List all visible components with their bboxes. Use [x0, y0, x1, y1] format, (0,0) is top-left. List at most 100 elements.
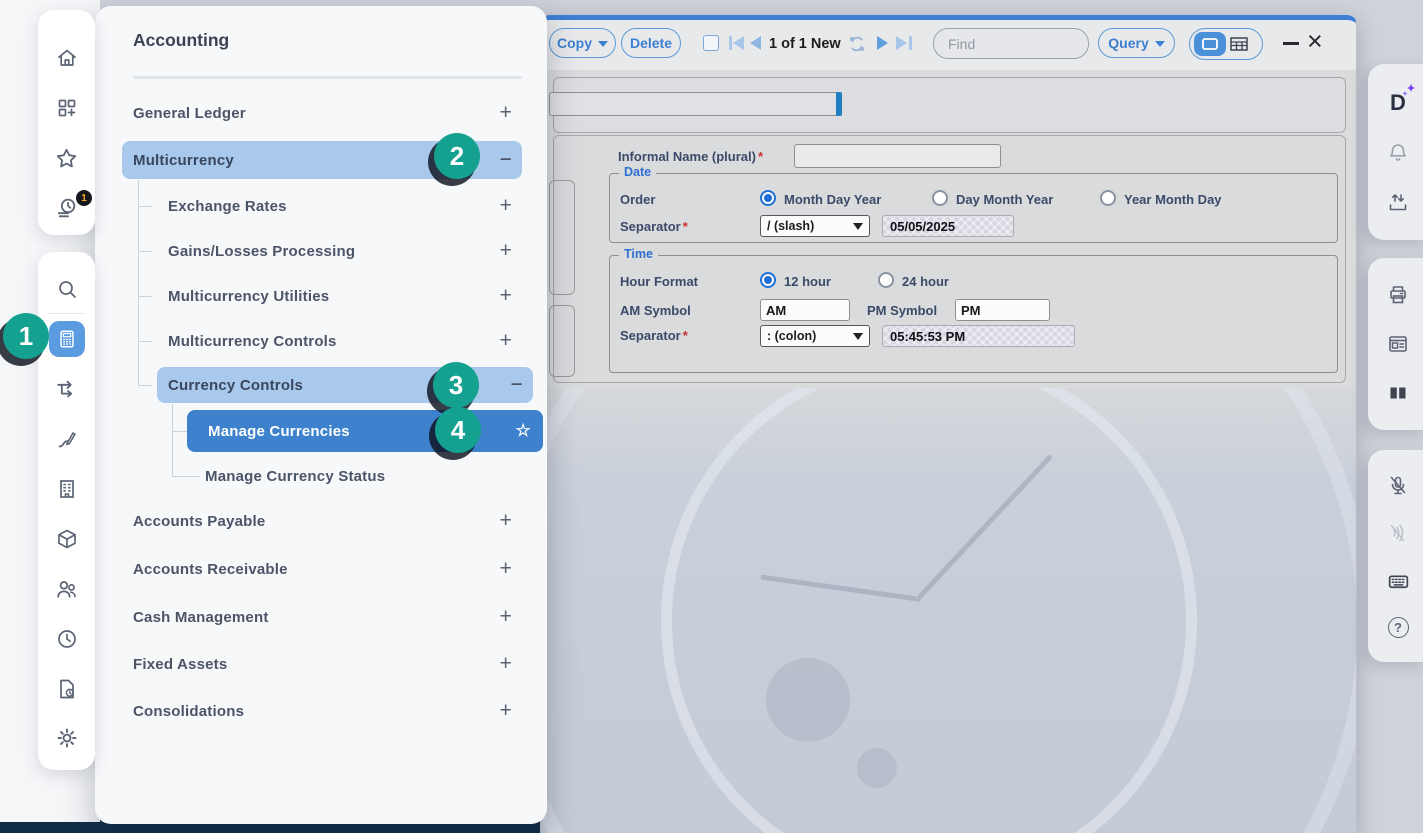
- hour-format-12-radio[interactable]: [760, 272, 776, 288]
- expand-plus-icon[interactable]: +: [500, 101, 512, 125]
- menu-item-consolidations[interactable]: Consolidations +: [133, 693, 522, 729]
- people-icon[interactable]: [54, 577, 79, 602]
- app-root: Copy Delete 1 of 1 New: [0, 0, 1423, 833]
- hour-format-24-radio[interactable]: [878, 272, 894, 288]
- order-month-day-year-label: Month Day Year: [784, 192, 881, 207]
- menu-item-label: Gains/Losses Processing: [168, 243, 355, 260]
- tree-connector: [138, 385, 152, 386]
- query-button[interactable]: Query: [1098, 28, 1175, 58]
- expand-plus-icon[interactable]: +: [500, 557, 512, 581]
- expand-plus-icon[interactable]: +: [500, 239, 512, 263]
- favorite-star-icon[interactable]: ☆: [516, 421, 531, 441]
- informal-name-label: Informal Name (plural)*: [618, 149, 763, 164]
- menu-item-fixed-assets[interactable]: Fixed Assets +: [133, 646, 522, 682]
- formal-name-input[interactable]: [549, 92, 840, 116]
- expand-plus-icon[interactable]: +: [500, 194, 512, 218]
- collapse-minus-icon[interactable]: −: [511, 373, 523, 397]
- last-record-icon[interactable]: [909, 36, 912, 50]
- menu-item-multicurrency-controls[interactable]: Multicurrency Controls +: [168, 323, 522, 359]
- rail-divider: [48, 313, 85, 314]
- previous-record-icon[interactable]: [750, 36, 761, 50]
- order-month-day-year-radio[interactable]: [760, 190, 776, 206]
- menu-item-label: Manage Currency Status: [205, 468, 385, 485]
- expand-plus-icon[interactable]: +: [500, 284, 512, 308]
- refresh-icon[interactable]: [846, 33, 868, 55]
- time-clock-icon[interactable]: [55, 627, 79, 651]
- help-question-mark: ?: [1394, 620, 1402, 635]
- expand-plus-icon[interactable]: +: [500, 509, 512, 533]
- sparkle-icon: [1401, 83, 1417, 99]
- window-content: Informal Name (plural)* Date Order Month…: [541, 70, 1356, 833]
- first-record-icon[interactable]: [733, 36, 744, 50]
- required-asterisk: *: [758, 149, 763, 164]
- home-icon[interactable]: [55, 46, 79, 70]
- keyboard-icon[interactable]: [1386, 569, 1411, 594]
- informal-name-input[interactable]: [794, 144, 1001, 168]
- date-separator-value: / (slash): [767, 219, 814, 233]
- menu-item-label: Multicurrency Controls: [168, 333, 337, 350]
- copy-button[interactable]: Copy: [549, 28, 616, 58]
- menu-item-gains-losses-processing[interactable]: Gains/Losses Processing +: [168, 233, 522, 269]
- table-view-button[interactable]: [1230, 37, 1248, 51]
- print-icon[interactable]: [1386, 283, 1410, 307]
- dela-ai-logo[interactable]: D: [1390, 90, 1406, 116]
- hour-format-label: Hour Format: [620, 274, 698, 289]
- record-navigation-text: 1 of 1 New: [769, 36, 841, 52]
- menu-item-multicurrency-utilities[interactable]: Multicurrency Utilities +: [168, 278, 522, 314]
- notifications-bell-icon[interactable]: [1386, 141, 1410, 165]
- right-rail-assistant-card: D: [1368, 64, 1423, 240]
- menu-item-general-ledger[interactable]: General Ledger +: [133, 95, 522, 131]
- microphone-muted-icon[interactable]: [1386, 474, 1410, 498]
- menu-item-exchange-rates[interactable]: Exchange Rates +: [168, 188, 522, 224]
- collapse-minus-icon[interactable]: −: [500, 148, 512, 172]
- order-day-month-year-radio[interactable]: [932, 190, 948, 206]
- workflow-arrows-icon[interactable]: [54, 377, 79, 402]
- close-button[interactable]: ×: [1307, 26, 1323, 57]
- signature-pen-icon[interactable]: [55, 427, 79, 451]
- delete-button[interactable]: Delete: [621, 28, 681, 58]
- form-view-button[interactable]: [1194, 32, 1226, 56]
- expand-plus-icon[interactable]: +: [500, 329, 512, 353]
- name-section-box: [553, 77, 1346, 133]
- pm-symbol-input[interactable]: [955, 299, 1050, 321]
- next-record-icon[interactable]: [877, 36, 888, 50]
- order-year-month-day-radio[interactable]: [1100, 190, 1116, 206]
- manage-currencies-window: Copy Delete 1 of 1 New: [540, 15, 1357, 833]
- background-watermark: [541, 388, 1356, 833]
- help-icon[interactable]: ?: [1388, 617, 1409, 638]
- document-history-icon[interactable]: [55, 677, 79, 701]
- time-separator-select[interactable]: : (colon): [760, 325, 870, 347]
- time-separator-label-text: Separator: [620, 328, 681, 343]
- first-record-icon[interactable]: [729, 36, 732, 50]
- split-columns-icon[interactable]: [1386, 381, 1410, 405]
- select-arrow-icon: [853, 333, 863, 340]
- last-record-icon[interactable]: [896, 36, 907, 50]
- settings-gear-icon[interactable]: [54, 725, 80, 751]
- favorites-star-icon[interactable]: [54, 146, 79, 171]
- date-preview-field: 05/05/2025: [882, 215, 1014, 237]
- record-select-checkbox[interactable]: [703, 35, 719, 51]
- time-preview-field: 05:45:53 PM: [882, 325, 1075, 347]
- menu-item-cash-management[interactable]: Cash Management +: [133, 599, 522, 635]
- menu-item-accounts-payable[interactable]: Accounts Payable +: [133, 503, 522, 539]
- apps-add-icon[interactable]: [55, 96, 79, 120]
- time-separator-value: : (colon): [767, 329, 816, 343]
- step-badge-3: 3: [433, 362, 479, 408]
- accounting-module-button-selected[interactable]: [49, 321, 85, 357]
- expand-plus-icon[interactable]: +: [500, 652, 512, 676]
- minimize-button[interactable]: [1283, 42, 1299, 45]
- menu-item-manage-currencies[interactable]: Manage Currencies ☆: [187, 410, 543, 452]
- expand-plus-icon[interactable]: +: [500, 605, 512, 629]
- dashboard-window-icon[interactable]: [1386, 332, 1410, 356]
- find-input[interactable]: [934, 29, 1116, 58]
- organization-building-icon[interactable]: [55, 477, 79, 501]
- search-icon[interactable]: [55, 277, 79, 301]
- inventory-cube-icon[interactable]: [55, 527, 79, 551]
- expand-plus-icon[interactable]: +: [500, 699, 512, 723]
- am-symbol-input[interactable]: [760, 299, 850, 321]
- import-export-icon[interactable]: [1386, 191, 1410, 215]
- menu-item-manage-currency-status[interactable]: Manage Currency Status: [205, 458, 522, 494]
- sound-waves-off-icon[interactable]: [1386, 521, 1410, 545]
- date-separator-select[interactable]: / (slash): [760, 215, 870, 237]
- menu-item-accounts-receivable[interactable]: Accounts Receivable +: [133, 551, 522, 587]
